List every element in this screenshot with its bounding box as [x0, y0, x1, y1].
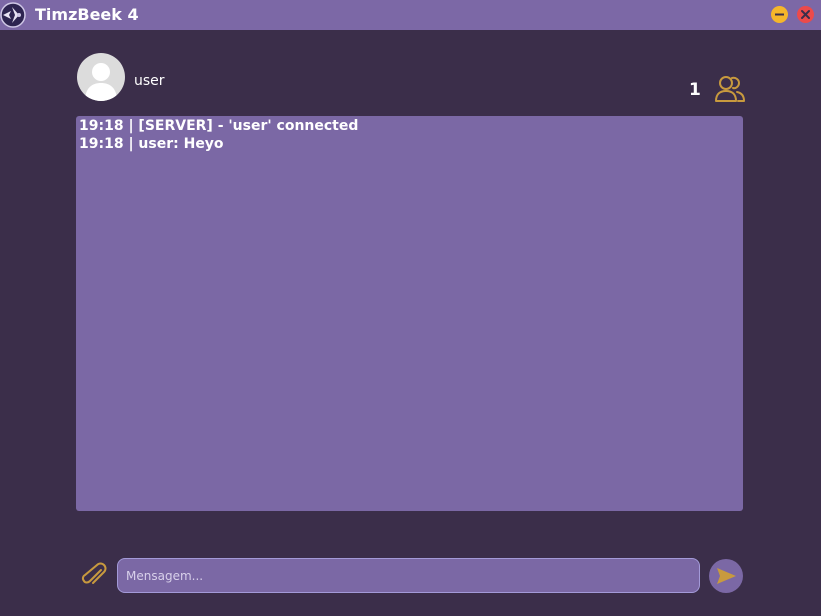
chat-messages-area[interactable]: 19:18 | [SERVER] - 'user' connected 19:1… [76, 116, 743, 511]
close-button[interactable] [797, 6, 814, 23]
send-button[interactable] [709, 559, 743, 593]
title-bar: TimzBeek 4 [0, 0, 821, 30]
username-label: user [134, 73, 165, 89]
app-title: TimzBeek 4 [35, 5, 139, 24]
close-icon [801, 10, 810, 19]
user-avatar [77, 53, 125, 101]
user-avatar-icon [85, 63, 117, 101]
minimize-button[interactable] [771, 6, 788, 23]
chat-message: 19:18 | [SERVER] - 'user' connected [79, 118, 359, 134]
paperclip-icon[interactable] [80, 561, 110, 591]
chat-message: 19:18 | user: Heyo [79, 136, 224, 152]
users-icon[interactable] [714, 74, 746, 104]
send-icon [717, 568, 736, 584]
minimize-icon [775, 13, 784, 16]
message-input[interactable] [117, 558, 700, 593]
app-logo-icon [0, 2, 26, 28]
online-users-count: 1 [689, 80, 701, 100]
